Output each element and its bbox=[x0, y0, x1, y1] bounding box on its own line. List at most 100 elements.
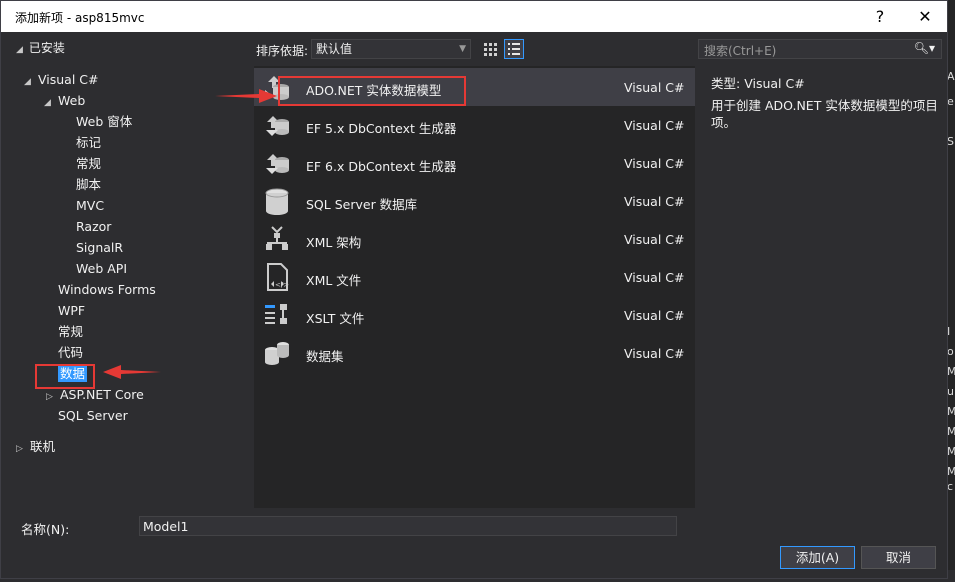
sort-dropdown[interactable]: 默认值 ▼ bbox=[311, 39, 471, 59]
template-item[interactable]: 数据集 Visual C# bbox=[254, 334, 695, 372]
template-name: EF 5.x DbContext 生成器 bbox=[306, 121, 457, 136]
installed-header[interactable]: ◢ 已安装 bbox=[16, 39, 65, 56]
template-item[interactable]: EF 5.x DbContext 生成器 Visual C# bbox=[254, 106, 695, 144]
add-new-item-dialog: 添加新项 - asp815mvc ? ✕ ◢ 已安装 ◢ Visual C# ◢ Web… bbox=[0, 0, 948, 579]
template-name: 数据集 bbox=[306, 349, 344, 364]
tree-node-label: 常规 bbox=[58, 324, 84, 339]
tree-node-label: Web bbox=[58, 93, 86, 108]
template-language: Visual C# bbox=[624, 80, 685, 95]
background-char: M bbox=[947, 365, 955, 378]
description-pane: 类型: Visual C# 用于创建 ADO.NET 实体数据模型的项目项。 bbox=[701, 66, 941, 506]
template-list: ADO.NET 实体数据模型 Visual C# EF 5.x DbContext … bbox=[254, 66, 695, 508]
background-char: M bbox=[947, 425, 955, 438]
tree-node[interactable]: Web API bbox=[76, 259, 127, 279]
annotation-arrow-icon bbox=[215, 89, 277, 103]
tree-node[interactable]: WPF bbox=[58, 301, 85, 321]
collapsed-arrow-icon[interactable]: ▷ bbox=[46, 387, 60, 407]
tree-node-label: 常规 bbox=[76, 156, 102, 171]
database-icon bbox=[262, 186, 292, 216]
template-language: Visual C# bbox=[624, 270, 685, 285]
template-item[interactable]: XML 架构 Visual C# bbox=[254, 220, 695, 258]
search-icon[interactable]: 🔍︎▾ bbox=[914, 41, 935, 55]
template-language: Visual C# bbox=[624, 346, 685, 361]
template-language: Visual C# bbox=[624, 118, 685, 133]
tree-node[interactable]: 标记 bbox=[76, 133, 101, 153]
tree-node-label: MVC bbox=[76, 198, 105, 213]
bottom-bar: 名称(N): 添加(A) 取消 bbox=[1, 509, 947, 579]
grid-view-button[interactable] bbox=[480, 39, 500, 59]
template-name: XML 架构 bbox=[306, 235, 362, 250]
background-char: e bbox=[947, 95, 954, 108]
tree-node[interactable]: ◢ Visual C# bbox=[24, 70, 99, 90]
tree-node[interactable]: Windows Forms bbox=[58, 280, 156, 300]
tree-node[interactable]: SignalR bbox=[76, 238, 123, 258]
xslt-file-icon bbox=[262, 300, 292, 330]
ef-generator-icon bbox=[262, 148, 292, 178]
sort-value: 默认值 bbox=[316, 42, 353, 56]
cancel-button[interactable]: 取消 bbox=[861, 546, 936, 569]
background-char: o bbox=[947, 345, 954, 358]
name-input[interactable] bbox=[139, 516, 677, 536]
tree-node[interactable]: 常规 bbox=[76, 154, 101, 174]
background-char: M bbox=[947, 465, 955, 478]
template-language: Visual C# bbox=[624, 308, 685, 323]
background-char: u bbox=[947, 385, 954, 398]
tree-node-label: 代码 bbox=[58, 345, 84, 360]
description-text: 用于创建 ADO.NET 实体数据模型的项目项。 bbox=[711, 98, 938, 130]
template-item[interactable]: EF 6.x DbContext 生成器 Visual C# bbox=[254, 144, 695, 182]
tree-node-label: SQL Server bbox=[58, 408, 128, 423]
template-name: XSLT 文件 bbox=[306, 311, 365, 326]
template-language: Visual C# bbox=[624, 156, 685, 171]
expanded-arrow-icon[interactable]: ◢ bbox=[44, 93, 58, 113]
template-item[interactable]: XSLT 文件 Visual C# bbox=[254, 296, 695, 334]
dataset-icon bbox=[262, 338, 292, 368]
category-pane: ◢ 已安装 ◢ Visual C# ◢ Web Web 窗体 标记 常规 脚本 MVC Razor S… bbox=[8, 34, 248, 506]
tree-node[interactable]: ◢ Web bbox=[44, 91, 85, 111]
name-label: 名称(N): bbox=[21, 522, 70, 537]
collapsed-arrow-icon[interactable]: ▷ bbox=[16, 439, 30, 459]
template-item[interactable]: SQL Server 数据库 Visual C# bbox=[254, 182, 695, 220]
template-name: XML 文件 bbox=[306, 273, 362, 288]
tree-node[interactable]: Web 窗体 bbox=[76, 112, 132, 132]
type-label: 类型: bbox=[711, 76, 741, 91]
tree-node[interactable]: Razor bbox=[76, 217, 111, 237]
search-placeholder: 搜索(Ctrl+E) bbox=[704, 44, 777, 58]
tree-node[interactable]: 代码 bbox=[58, 343, 83, 363]
tree-node-label: ASP.NET Core bbox=[60, 387, 144, 402]
annotation-arrow-icon bbox=[103, 365, 161, 379]
sort-label: 排序依据: bbox=[256, 44, 309, 58]
tree-node[interactable]: MVC bbox=[76, 196, 104, 216]
tree-node-label: 标记 bbox=[76, 135, 102, 150]
add-button[interactable]: 添加(A) bbox=[780, 546, 855, 569]
grid-view-icon bbox=[484, 43, 497, 56]
tree-node[interactable]: 脚本 bbox=[76, 175, 101, 195]
chevron-down-icon: ▼ bbox=[459, 44, 466, 54]
list-view-button[interactable] bbox=[504, 39, 524, 59]
tree-node-label: Windows Forms bbox=[58, 282, 156, 297]
background-char: A bbox=[947, 70, 955, 83]
expanded-arrow-icon[interactable]: ◢ bbox=[24, 72, 38, 92]
xml-schema-icon bbox=[262, 224, 292, 254]
svg-text:</>: </> bbox=[275, 281, 289, 289]
tree-node[interactable]: SQL Server bbox=[58, 406, 128, 426]
background-char: M bbox=[947, 445, 955, 458]
type-line: 类型: Visual C# bbox=[711, 73, 805, 92]
tree-node-label: WPF bbox=[58, 303, 86, 318]
xml-file-icon: </> bbox=[262, 262, 292, 292]
template-name: SQL Server 数据库 bbox=[306, 197, 418, 212]
background-char: M bbox=[947, 405, 955, 418]
tree-node-label: Web 窗体 bbox=[76, 114, 133, 129]
ef-generator-icon bbox=[262, 110, 292, 140]
tree-node[interactable]: 常规 bbox=[58, 322, 83, 342]
background-char: S bbox=[947, 135, 954, 148]
search-box[interactable]: 搜索(Ctrl+E) 🔍︎▾ bbox=[698, 39, 942, 59]
close-button[interactable]: ✕ bbox=[910, 5, 940, 29]
tree-node-label: Visual C# bbox=[38, 72, 99, 87]
annotation-box-data bbox=[35, 364, 95, 389]
tree-node-label: 联机 bbox=[30, 439, 56, 454]
template-language: Visual C# bbox=[624, 232, 685, 247]
help-button[interactable]: ? bbox=[865, 5, 895, 29]
tree-node-online[interactable]: ▷ 联机 bbox=[16, 437, 55, 457]
annotation-box-ado-net bbox=[278, 76, 466, 106]
template-item[interactable]: </> XML 文件 Visual C# bbox=[254, 258, 695, 296]
